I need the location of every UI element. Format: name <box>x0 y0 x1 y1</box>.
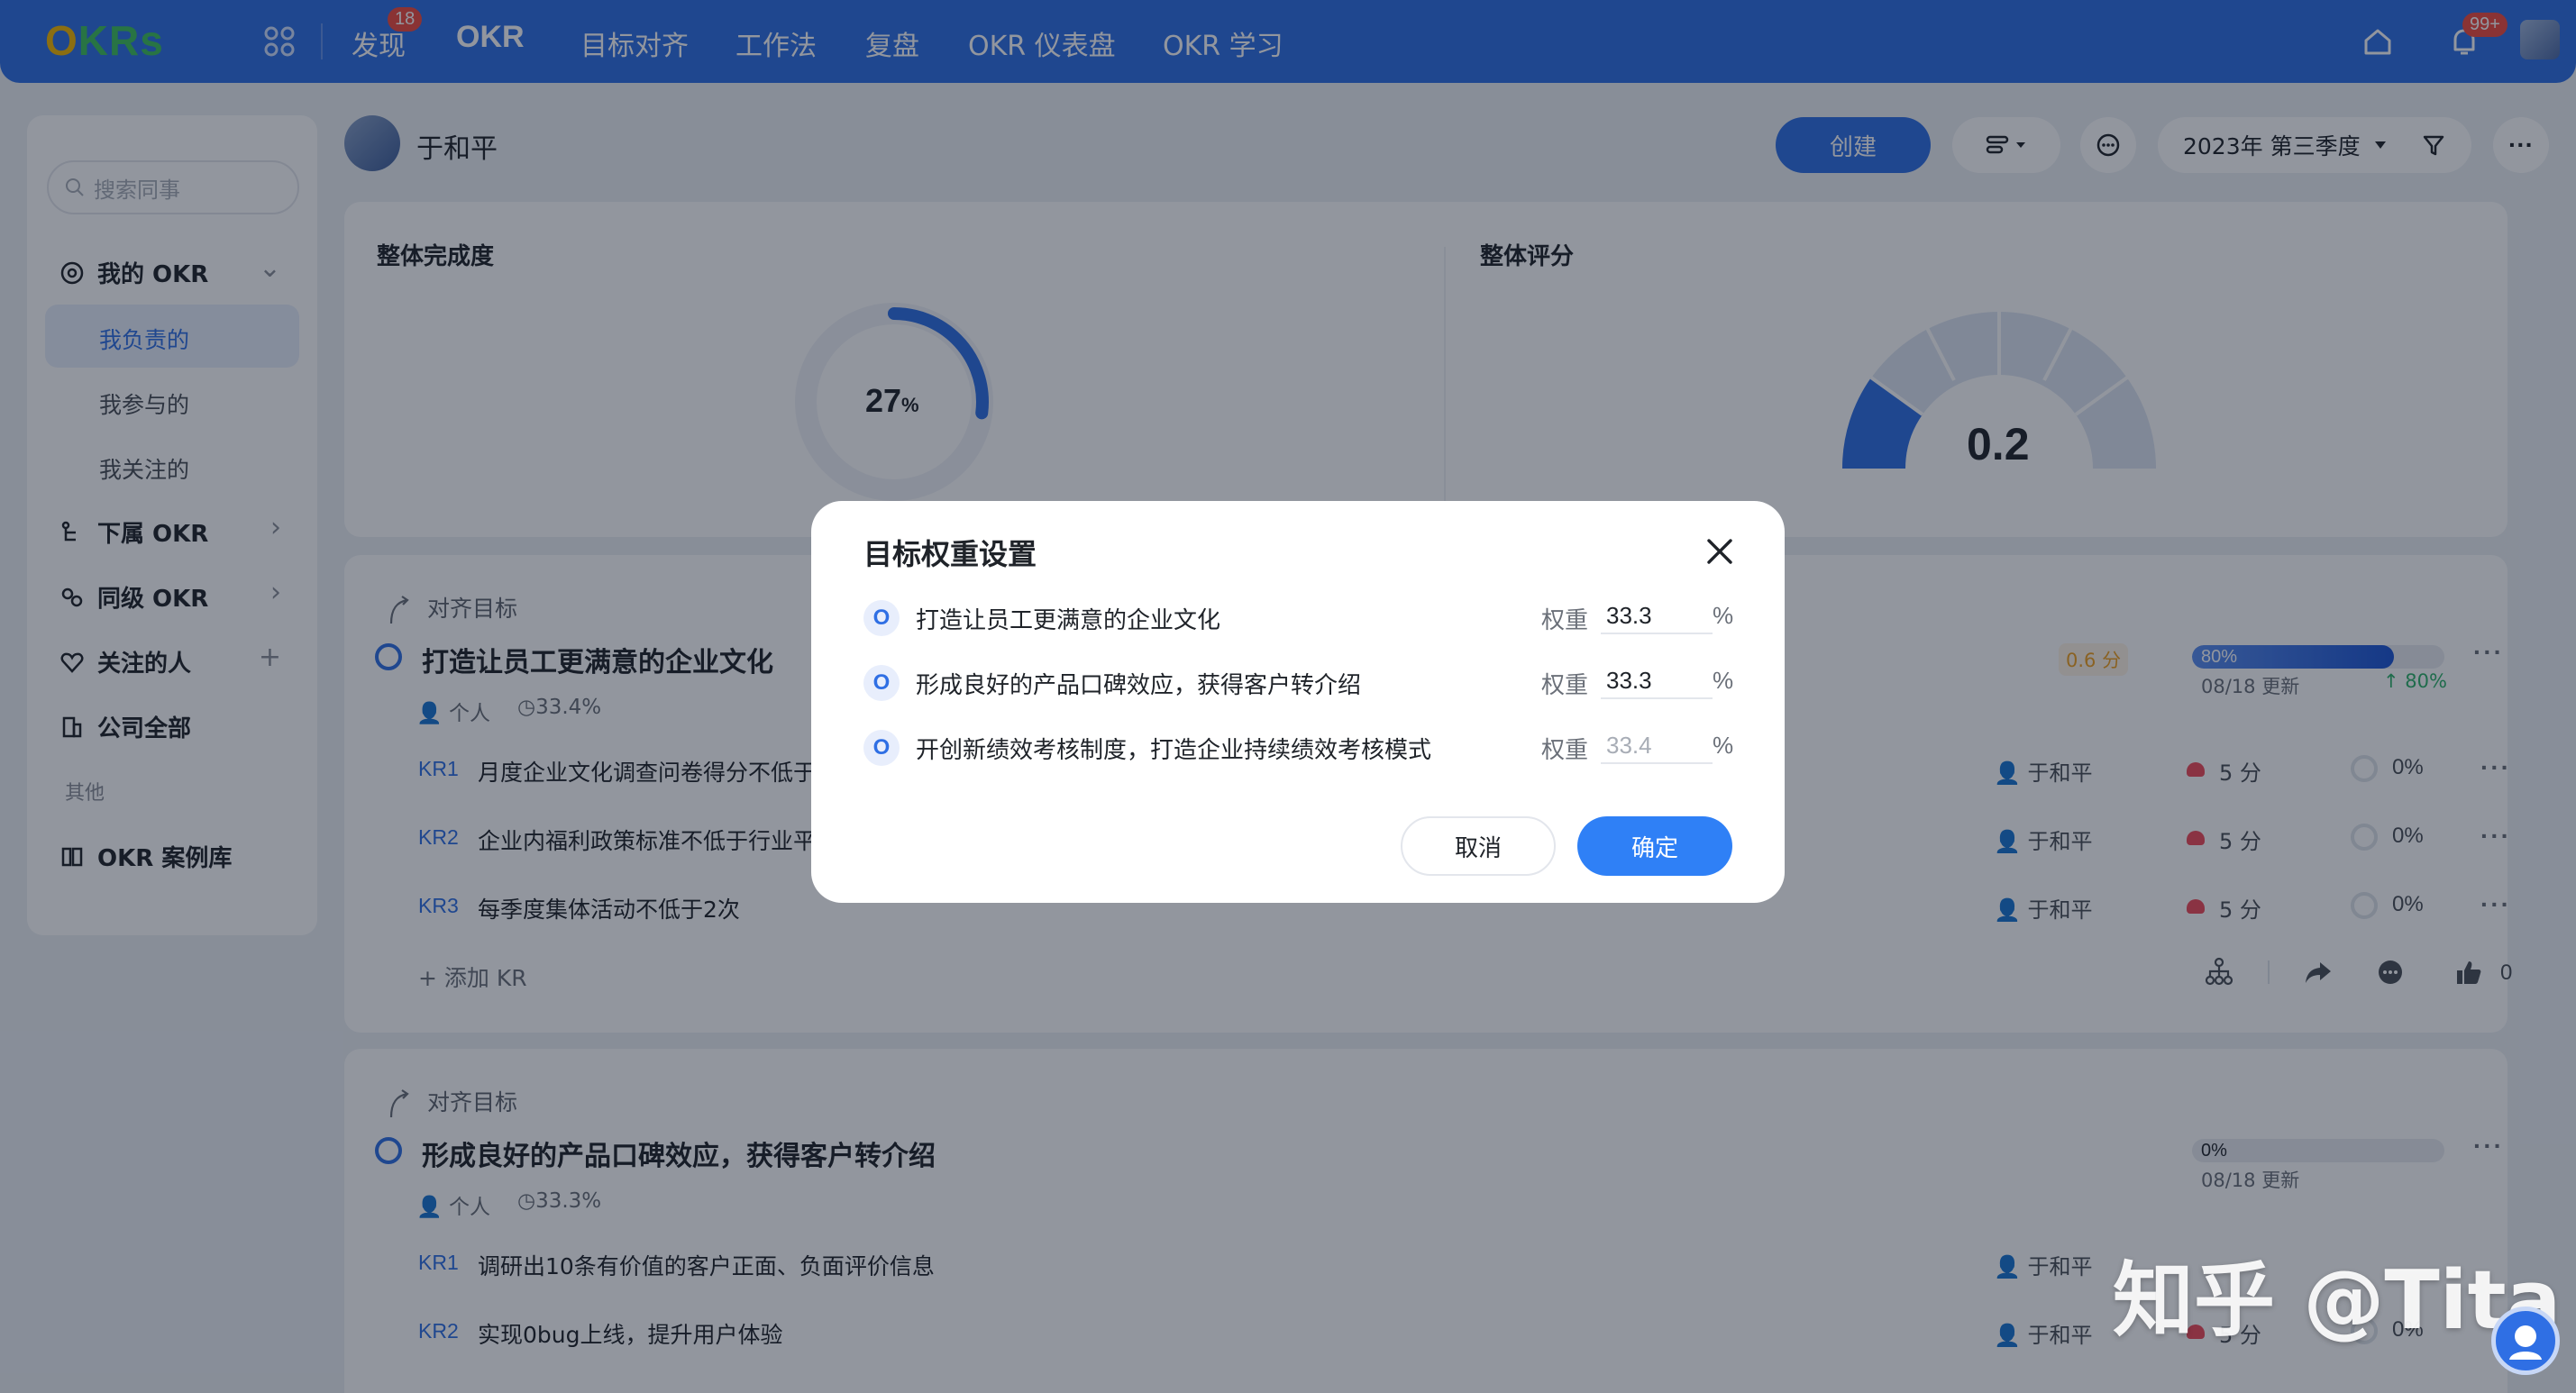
weight-row: O 形成良好的产品口碑效应，获得客户转介绍 权重 % <box>863 660 1738 701</box>
weight-row-objective: 开创新绩效考核制度，打造企业持续绩效考核模式 <box>916 737 1432 764</box>
objective-o-icon: O <box>863 730 900 766</box>
weight-input[interactable] <box>1601 598 1713 634</box>
percent-unit: % <box>1713 667 1734 694</box>
weight-input[interactable] <box>1601 728 1713 764</box>
cancel-button[interactable]: 取消 <box>1401 816 1556 876</box>
weight-input[interactable] <box>1601 663 1713 699</box>
percent-unit: % <box>1713 732 1734 759</box>
percent-unit: % <box>1713 602 1734 629</box>
objective-o-icon: O <box>863 600 900 636</box>
weight-label: 权重 <box>1541 672 1589 699</box>
objective-o-icon: O <box>863 665 900 701</box>
weight-row-objective: 打造让员工更满意的企业文化 <box>916 607 1221 634</box>
weight-label: 权重 <box>1541 607 1589 634</box>
close-icon[interactable] <box>1704 535 1736 568</box>
support-agent-icon <box>2509 1325 2542 1360</box>
goal-weight-dialog: 目标权重设置 O 打造让员工更满意的企业文化 权重 % O 形成良好的产品口碑效… <box>811 501 1785 903</box>
weight-row: O 打造让员工更满意的企业文化 权重 % <box>863 595 1738 636</box>
dialog-title: 目标权重设置 <box>863 537 1037 571</box>
customer-service-button[interactable] <box>2491 1307 2560 1375</box>
weight-label: 权重 <box>1541 737 1589 764</box>
weight-row: O 开创新绩效考核制度，打造企业持续绩效考核模式 权重 % <box>863 724 1738 766</box>
weight-row-objective: 形成良好的产品口碑效应，获得客户转介绍 <box>916 672 1362 699</box>
confirm-button[interactable]: 确定 <box>1577 816 1732 876</box>
